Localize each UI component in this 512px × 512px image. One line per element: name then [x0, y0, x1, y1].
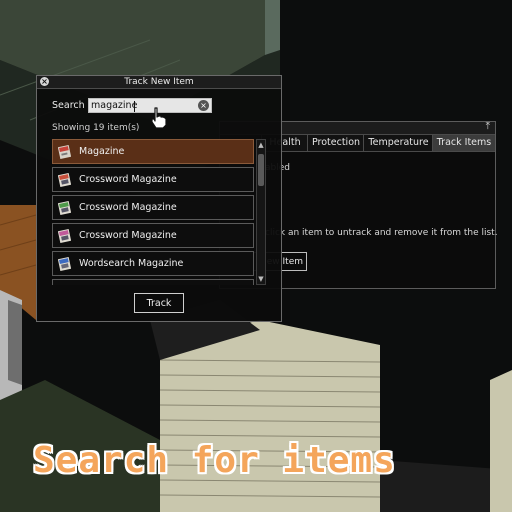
result-count: Showing 19 item(s): [52, 123, 140, 133]
list-item[interactable]: [52, 279, 254, 285]
clear-search-icon[interactable]: ×: [198, 100, 209, 111]
search-input-value: magazine: [91, 100, 138, 111]
item-label: Crossword Magazine: [79, 174, 177, 185]
list-item[interactable]: Wordsearch Magazine: [52, 251, 254, 276]
list-item[interactable]: Crossword Magazine: [52, 167, 254, 192]
list-scrollbar[interactable]: ▲ ▼: [256, 139, 266, 285]
item-label: Crossword Magazine: [79, 202, 177, 213]
tab-protection[interactable]: Protection: [307, 135, 364, 152]
caption-text: Search for items: [33, 440, 396, 481]
scroll-up-icon[interactable]: ▲: [257, 140, 265, 150]
crossword-magazine-icon: [58, 201, 71, 215]
crossword-magazine-icon: [58, 229, 71, 243]
list-item[interactable]: Crossword Magazine: [52, 223, 254, 248]
tab-track-items[interactable]: Track Items: [432, 135, 495, 152]
pin-icon[interactable]: ⤒: [486, 121, 490, 132]
wordsearch-magazine-icon: [58, 257, 71, 271]
tab-temperature[interactable]: Temperature: [363, 135, 433, 152]
dialog-title: Track New Item: [124, 77, 194, 87]
scrollbar-thumb[interactable]: [258, 154, 264, 186]
dialog-titlebar[interactable]: × Track New Item: [37, 76, 281, 89]
scroll-down-icon[interactable]: ▼: [257, 274, 265, 284]
item-list: Magazine Crossword Magazine Crossword Ma…: [52, 139, 267, 285]
info-text: click an item to untrack and remove it f…: [265, 228, 498, 238]
list-item[interactable]: Magazine: [52, 139, 254, 164]
hand-pointer-icon: [151, 107, 167, 129]
item-label: Wordsearch Magazine: [79, 258, 184, 269]
magazine-icon: [58, 145, 71, 159]
search-label: Search: [52, 100, 85, 111]
item-label: Crossword Magazine: [79, 230, 177, 241]
track-button[interactable]: Track: [134, 293, 184, 313]
text-caret: [134, 101, 135, 112]
crossword-magazine-icon: [58, 173, 71, 187]
item-label: Magazine: [79, 146, 125, 157]
list-item[interactable]: Crossword Magazine: [52, 195, 254, 220]
